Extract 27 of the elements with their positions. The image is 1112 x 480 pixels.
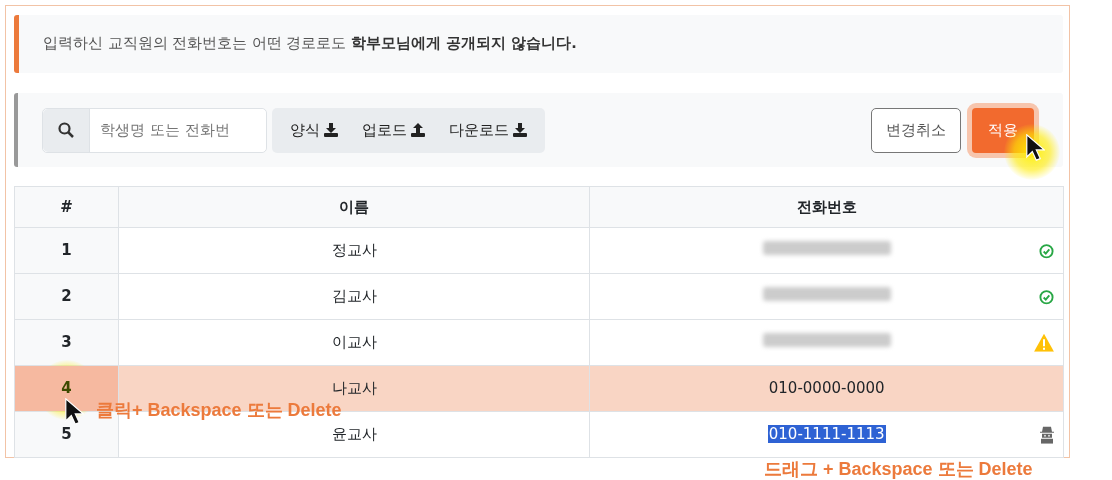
table-row[interactable]: 3 이교사: [14, 319, 1064, 366]
cancel-button[interactable]: 변경취소: [871, 107, 961, 153]
column-header: #: [14, 186, 119, 228]
mouse-cursor-icon: [65, 397, 85, 425]
table-row[interactable]: 1 정교사: [14, 227, 1064, 274]
upload-icon: [411, 123, 425, 137]
table-cell[interactable]: 010-0000-0000: [768, 379, 885, 398]
table-row[interactable]: 2 김교사: [14, 273, 1064, 320]
row-number: 3: [14, 319, 119, 366]
row-number: 2: [14, 273, 119, 320]
column-header: 이름: [118, 186, 590, 228]
search-field[interactable]: 학생명 또는 전화번: [42, 107, 267, 153]
download-icon: [513, 123, 527, 137]
download-icon: [324, 123, 338, 137]
search-icon: [58, 122, 74, 138]
download-button[interactable]: 다운로드: [437, 107, 539, 153]
notice-text: 입력하신 교직원의 전화번호는 어떤 경로로도 학부모님에게 공개되지 않습니다.: [14, 15, 1063, 73]
table-cell: 이교사: [118, 319, 590, 366]
row-number: 1: [14, 227, 119, 274]
table-cell: 정교사: [118, 227, 590, 274]
download-button[interactable]: 양식: [278, 107, 350, 153]
annotation-text: 드래그 + Backspace 또는 Delete: [764, 458, 1033, 480]
upload-button[interactable]: 업로드: [350, 107, 437, 153]
selected-text[interactable]: 010-1111-1113: [767, 425, 886, 444]
table-cell: 김교사: [118, 273, 590, 320]
mouse-cursor-icon: [1026, 134, 1045, 161]
column-header: 전화번호: [589, 186, 1064, 228]
